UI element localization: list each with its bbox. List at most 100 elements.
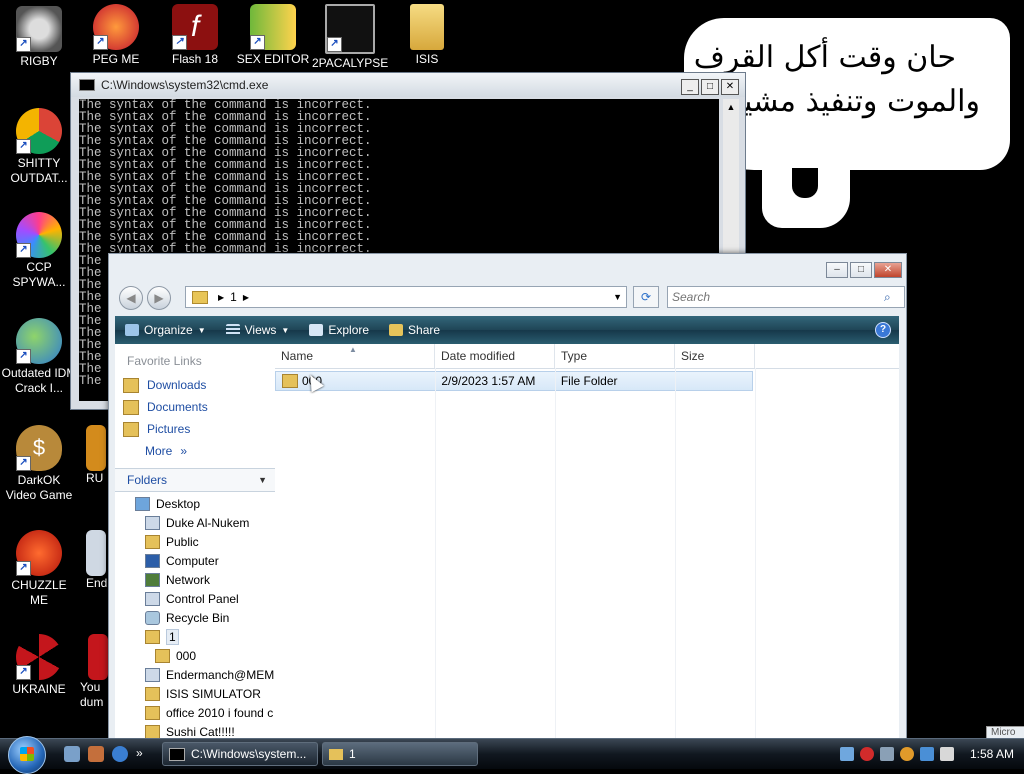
- cmd-window-controls: _ □ ✕: [681, 79, 739, 95]
- tree-item-recycle-bin[interactable]: Recycle Bin: [115, 608, 275, 627]
- ie-icon[interactable]: [112, 746, 128, 762]
- close-button[interactable]: ✕: [721, 79, 739, 95]
- file-list[interactable]: ▲ Name Date modified Type Size 000 2/9/2…: [275, 344, 899, 740]
- search-input[interactable]: [668, 289, 884, 305]
- command-bar: Organize ▼ Views ▼ Explore Share ?: [115, 316, 899, 344]
- maximize-button[interactable]: □: [701, 79, 719, 95]
- chevron-down-icon: ▼: [281, 325, 290, 335]
- desktop-icon-idm[interactable]: ↗ Outdated IDM Crack I...: [1, 318, 77, 396]
- desktop-icon-isis[interactable]: ISIS: [389, 4, 465, 67]
- tree-item-endermanch[interactable]: Endermanch@MEM: [115, 665, 275, 684]
- tree-item-user[interactable]: Duke Al-Nukem: [115, 513, 275, 532]
- more-links-button[interactable]: More »: [115, 440, 275, 462]
- network-tray-icon[interactable]: [839, 747, 854, 761]
- desktop-icon-you-dum[interactable]: You dum: [80, 634, 108, 710]
- tree-item-office-2010[interactable]: office 2010 i found c: [115, 703, 275, 722]
- desktop-icon-chuzzle-me[interactable]: ↗ CHUZZLE ME: [1, 530, 77, 608]
- tree-item-desktop[interactable]: Desktop: [115, 494, 275, 513]
- desktop-icon-end[interactable]: End: [86, 530, 108, 591]
- desktop-icon-ukraine[interactable]: ↗ UKRAINE: [1, 634, 77, 697]
- explorer-window[interactable]: – □ ✕ ◀ ▶ ▶ 1 ▶ ▼ ⟳ ⌕ Organize ▼ Views ▼: [108, 253, 907, 745]
- security-alert-icon[interactable]: [859, 747, 874, 761]
- folders-heading: Folders: [127, 473, 168, 487]
- tree-item-computer[interactable]: Computer: [115, 551, 275, 570]
- minimize-button[interactable]: –: [826, 262, 848, 278]
- tree-item-label: office 2010 i found c: [166, 705, 274, 720]
- tree-item-network[interactable]: Network: [115, 570, 275, 589]
- taskbar-button-cmd[interactable]: C:\Windows\system...: [162, 742, 318, 766]
- share-button[interactable]: Share: [379, 323, 450, 337]
- column-divider: [555, 368, 556, 740]
- file-row[interactable]: 000 2/9/2023 1:57 AM File Folder: [275, 371, 753, 391]
- taskbar-button-explorer[interactable]: 1: [322, 742, 478, 766]
- desktop-icon-label: DarkOK Video Game: [5, 473, 73, 502]
- clock[interactable]: 1:58 AM: [970, 747, 1014, 761]
- desktop-icon-sex-editor[interactable]: ↗ SEX EDITOR: [235, 4, 311, 67]
- breadcrumb-item[interactable]: 1: [230, 290, 237, 304]
- breadcrumb-arrow-icon[interactable]: ▶: [218, 293, 224, 302]
- column-header-name[interactable]: ▲ Name: [275, 344, 435, 368]
- desktop-icon-ru[interactable]: RU: [86, 425, 108, 486]
- tree-item-000[interactable]: 000: [115, 646, 275, 665]
- explore-button[interactable]: Explore: [299, 323, 379, 337]
- column-header-type[interactable]: Type: [555, 344, 675, 368]
- desktop-icon-label: CHUZZLE ME: [11, 578, 67, 607]
- column-header-date[interactable]: Date modified: [435, 344, 555, 368]
- desktop-icon-label: CCP SPYWA...: [12, 260, 66, 289]
- back-button[interactable]: ◀: [119, 286, 143, 310]
- wallpaper-shape: [762, 168, 850, 228]
- column-header-size[interactable]: Size: [675, 344, 755, 368]
- address-dropdown-icon[interactable]: ▼: [613, 292, 622, 302]
- search-box[interactable]: ⌕: [667, 286, 905, 308]
- refresh-button[interactable]: ⟳: [633, 286, 659, 308]
- column-divider: [755, 368, 756, 740]
- desktop-icon-darkok[interactable]: $ ↗ DarkOK Video Game: [1, 425, 77, 503]
- more-label: More: [145, 444, 173, 458]
- tree-item-control-panel[interactable]: Control Panel: [115, 589, 275, 608]
- desktop-icon-chrome[interactable]: ↗ SHITTY OUTDAT...: [1, 108, 77, 186]
- quick-launch-more-icon[interactable]: »: [136, 746, 152, 762]
- desktop-icon-rigby[interactable]: ↗ RIGBY: [1, 6, 77, 69]
- volume-icon[interactable]: [939, 747, 954, 761]
- connection-icon[interactable]: [919, 747, 934, 761]
- tree-item-label: Duke Al-Nukem: [166, 515, 250, 530]
- views-button[interactable]: Views ▼: [216, 323, 300, 337]
- start-button[interactable]: [8, 736, 46, 774]
- breadcrumb-arrow-icon[interactable]: ▶: [243, 293, 249, 302]
- folder-tree: Desktop Duke Al-Nukem Public Computer Ne…: [115, 494, 275, 740]
- organize-button[interactable]: Organize ▼: [115, 323, 216, 337]
- downloads-folder-icon: [123, 377, 139, 393]
- desktop-icon-2pacalypse[interactable]: ↗ 2PACALYPSE: [312, 4, 388, 71]
- close-button[interactable]: ✕: [874, 262, 902, 278]
- tree-item-1[interactable]: 1: [115, 627, 275, 646]
- desktop-icon-flash-18[interactable]: f ↗ Flash 18: [157, 4, 233, 67]
- defender-icon[interactable]: [879, 747, 894, 761]
- folders-header[interactable]: Folders ▼: [115, 468, 275, 492]
- folder-icon: [329, 748, 343, 760]
- scroll-up-arrow-icon[interactable]: ▲: [723, 99, 739, 115]
- file-type: File Folder: [560, 374, 618, 388]
- desktop-icon-peg-me[interactable]: ↗ PEG ME: [78, 4, 154, 67]
- help-icon[interactable]: ?: [875, 322, 891, 338]
- favorite-link-pictures[interactable]: Pictures: [115, 418, 275, 440]
- desktop-icon-label: 2PACALYPSE: [312, 56, 389, 70]
- favorite-link-downloads[interactable]: Downloads: [115, 374, 275, 396]
- address-bar[interactable]: ▶ 1 ▶ ▼: [185, 286, 627, 308]
- forward-button[interactable]: ▶: [147, 286, 171, 310]
- cmd-titlebar[interactable]: C:\Windows\system32\cmd.exe: [71, 73, 745, 97]
- desktop-icon-ccp-spyware[interactable]: ↗ CCP SPYWA...: [1, 212, 77, 290]
- search-tray-icon[interactable]: [899, 747, 914, 761]
- favorite-link-documents[interactable]: Documents: [115, 396, 275, 418]
- desktop-icon-label: PEG ME: [92, 52, 140, 66]
- app-icon: [88, 634, 108, 680]
- tree-item-public[interactable]: Public: [115, 532, 275, 551]
- minimize-button[interactable]: _: [681, 79, 699, 95]
- search-icon[interactable]: ⌕: [884, 290, 891, 305]
- switch-windows-icon[interactable]: [88, 746, 104, 762]
- show-desktop-icon[interactable]: [64, 746, 80, 762]
- desktop-icon-label: UKRAINE: [12, 682, 66, 696]
- file-size: [674, 372, 752, 390]
- tree-item-isis-simulator[interactable]: ISIS SIMULATOR: [115, 684, 275, 703]
- maximize-button[interactable]: □: [850, 262, 872, 278]
- desktop-icon: [135, 496, 150, 511]
